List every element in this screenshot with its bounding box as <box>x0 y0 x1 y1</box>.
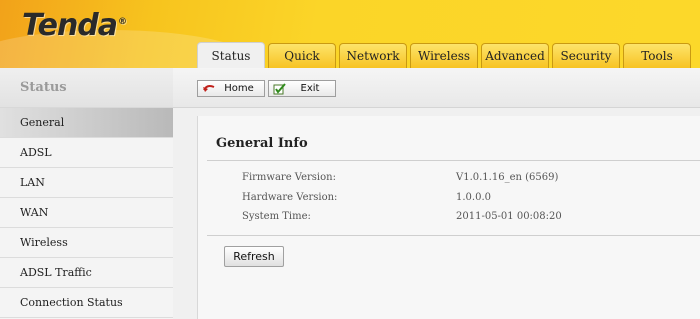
tab-network[interactable]: Network <box>339 43 407 68</box>
sidebar-title: Status <box>0 68 173 108</box>
tab-tools[interactable]: Tools <box>623 43 691 68</box>
sidebar: Status General ADSL LAN WAN Wireless ADS… <box>0 68 173 319</box>
general-info-panel: General Info Firmware Version: V1.0.1.16… <box>197 116 700 319</box>
system-time-value: 2011-05-01 00:08:20 <box>456 211 562 222</box>
tenda-logo: Tenda® <box>22 8 127 43</box>
section-title: General Info <box>216 136 308 151</box>
firmware-value: V1.0.1.16_en (6569) <box>456 172 559 183</box>
exit-button-label: Exit <box>300 83 320 94</box>
home-button[interactable]: Home <box>197 80 265 97</box>
home-arrow-icon <box>202 83 216 95</box>
tab-status[interactable]: Status <box>197 42 265 68</box>
hardware-value: 1.0.0.0 <box>456 192 491 203</box>
logo-text: Tenda <box>22 8 118 43</box>
sidebar-item-adsl-traffic[interactable]: ADSL Traffic <box>0 258 173 288</box>
hardware-label: Hardware Version: <box>242 192 338 203</box>
toolbar: Home Exit <box>173 68 700 108</box>
tab-quick-setup[interactable]: Quick Setup <box>268 43 336 68</box>
exit-check-icon <box>273 82 287 95</box>
firmware-label: Firmware Version: <box>242 172 336 183</box>
main-tabs: Status Quick Setup Network Wireless Adva… <box>197 42 691 68</box>
divider-top <box>207 160 700 161</box>
info-row-hardware: Hardware Version: 1.0.0.0 <box>242 192 662 206</box>
info-row-firmware: Firmware Version: V1.0.1.16_en (6569) <box>242 172 662 186</box>
tab-advanced[interactable]: Advanced <box>481 43 549 68</box>
tab-wireless[interactable]: Wireless <box>410 43 478 68</box>
sidebar-item-connection-status[interactable]: Connection Status <box>0 288 173 318</box>
sidebar-item-adsl[interactable]: ADSL <box>0 138 173 168</box>
home-button-label: Home <box>224 83 254 94</box>
divider-bottom <box>207 235 700 236</box>
info-row-system-time: System Time: 2011-05-01 00:08:20 <box>242 211 662 225</box>
refresh-button[interactable]: Refresh <box>224 246 284 267</box>
system-time-label: System Time: <box>242 211 311 222</box>
tab-security[interactable]: Security <box>552 43 620 68</box>
sidebar-item-wan[interactable]: WAN <box>0 198 173 228</box>
exit-button[interactable]: Exit <box>268 80 336 97</box>
header-banner: Tenda® Status Quick Setup Network Wirele… <box>0 0 700 68</box>
sidebar-item-general[interactable]: General <box>0 108 173 138</box>
sidebar-item-lan[interactable]: LAN <box>0 168 173 198</box>
logo-registered-mark: ® <box>118 17 127 27</box>
sidebar-item-wireless[interactable]: Wireless <box>0 228 173 258</box>
